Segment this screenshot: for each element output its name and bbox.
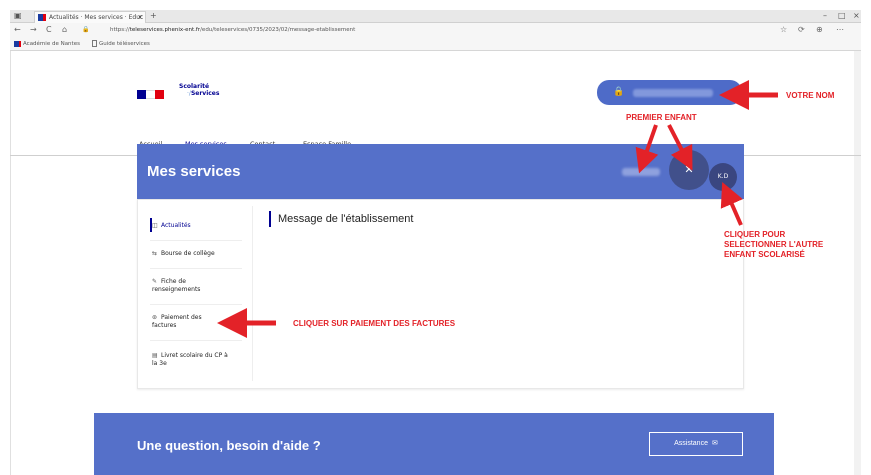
bookmark-label: Académie de Nantes <box>23 41 80 47</box>
menu-item-fiche-renseignements[interactable]: ✎ Fiche de renseignements <box>152 278 222 294</box>
tab-close-icon[interactable]: x <box>138 12 142 23</box>
menu-divider <box>150 340 242 341</box>
first-child-avatar[interactable]: ✕ <box>669 150 709 190</box>
url-domain: teleservices.phenix-ent.fr <box>129 27 201 33</box>
payment-icon: ⊛ <box>152 314 158 321</box>
scolarite-services-logo[interactable]: Scolarité ·/Services <box>179 83 219 97</box>
bookmarks-bar: Académie de Nantes Guide téléservices <box>10 38 861 51</box>
reload-icon[interactable]: C <box>46 24 52 36</box>
child-name-redacted <box>622 168 660 176</box>
more-menu-icon[interactable]: ⋯ <box>836 24 844 36</box>
new-tab-button[interactable]: + <box>150 10 157 22</box>
services-title: Mes services <box>147 163 241 180</box>
bookmark-guide[interactable]: Guide téléservices <box>92 38 150 50</box>
extensions-icon[interactable]: ⊕ <box>816 24 823 36</box>
bookmark-academie[interactable]: Académie de Nantes <box>14 38 80 50</box>
close-window-icon[interactable]: × <box>853 10 860 22</box>
message-title: Message de l'établissement <box>278 213 414 225</box>
annotation-autre-enfant: CLIQUER POUR SELECTIONNER L'AUTRE ENFANT… <box>724 230 823 260</box>
menu-item-bourse[interactable]: ⇆ Bourse de collège <box>152 250 242 258</box>
flag-blue <box>137 90 146 99</box>
transfer-icon: ⇆ <box>152 250 158 257</box>
annotation-line: SELECTIONNER L'AUTRE <box>724 240 824 249</box>
favorite-star-icon[interactable]: ☆ <box>780 24 787 36</box>
maximize-icon[interactable]: □ <box>838 10 846 22</box>
browser-address-bar: ← → C ⌂ 🔒 https://teleservices.phenix-en… <box>10 23 861 38</box>
user-account-button[interactable]: 🔒 <box>597 80 742 105</box>
assistance-label: Assistance <box>674 440 708 447</box>
marianne-logo[interactable] <box>137 88 165 100</box>
url-prefix: https:// <box>110 27 130 33</box>
menu-label: Bourse de collège <box>161 250 215 257</box>
menu-label: Actualités <box>161 222 191 229</box>
book-icon: ▤ <box>152 352 158 359</box>
lock-icon[interactable]: 🔒 <box>82 24 89 36</box>
flag-red <box>155 90 164 99</box>
menu-divider <box>150 240 242 241</box>
annotation-votre-nom: VOTRE NOM <box>786 91 835 100</box>
browser-tab-active[interactable]: Actualités · Mes services · Educ x <box>34 11 146 23</box>
menu-label: Livret scolaire du CP à la 3e <box>152 352 228 367</box>
page-scrollbar[interactable] <box>854 51 861 475</box>
home-icon[interactable]: ⌂ <box>62 24 67 36</box>
user-name-redacted <box>633 89 713 97</box>
bookmark-label: Guide téléservices <box>99 41 150 47</box>
forward-icon[interactable]: → <box>30 24 37 36</box>
menu-item-paiement-factures[interactable]: ⊛ Paiement des factures <box>152 314 222 330</box>
logo-line2: Services <box>190 90 220 97</box>
annotation-line: ENFANT SCOLARISÉ <box>724 250 805 259</box>
annotation-premier-enfant: PREMIER ENFANT <box>626 113 697 122</box>
calendar-icon: ◫ <box>152 222 158 229</box>
logo-line2-wrap: ·/Services <box>179 90 219 97</box>
help-title: Une question, besoin d'aide ? <box>137 438 321 453</box>
screenshot-frame: ▣ Actualités · Mes services · Educ x + –… <box>0 0 871 475</box>
favicon-icon <box>38 14 46 21</box>
mail-icon: ✉ <box>711 440 718 447</box>
assistance-button[interactable]: Assistance ✉ <box>649 432 743 456</box>
sync-icon[interactable]: ⟳ <box>798 24 805 36</box>
browser-tab-bar: ▣ Actualités · Mes services · Educ x + –… <box>10 10 861 23</box>
menu-item-livret-scolaire[interactable]: ▤ Livret scolaire du CP à la 3e <box>152 352 230 368</box>
annotation-paiement: CLIQUER SUR PAIEMENT DES FACTURES <box>293 319 456 328</box>
academie-favicon-icon <box>14 40 21 47</box>
tab-title: Actualités · Mes services · Educ <box>49 14 144 21</box>
logo-line1: Scolarité <box>179 83 210 90</box>
annotation-line: CLIQUER POUR <box>724 230 786 239</box>
second-child-avatar[interactable]: K.D <box>709 163 737 191</box>
url-field[interactable]: https://teleservices.phenix-ent.fr/edu/t… <box>110 25 760 36</box>
edit-icon: ✎ <box>152 278 158 285</box>
tab-actions-icon[interactable]: ▣ <box>14 10 22 22</box>
minimize-icon[interactable]: – <box>823 10 827 22</box>
back-icon[interactable]: ← <box>14 24 21 36</box>
menu-divider <box>150 268 242 269</box>
menu-divider <box>150 304 242 305</box>
document-icon <box>92 40 97 47</box>
url-path: /edu/teleservices/0735/2023/02/message-e… <box>200 27 356 33</box>
lock-icon: 🔒 <box>613 87 625 97</box>
menu-item-actualites[interactable]: ◫ Actualités <box>152 222 242 230</box>
flag-white <box>146 90 155 99</box>
message-title-accent <box>269 211 271 227</box>
